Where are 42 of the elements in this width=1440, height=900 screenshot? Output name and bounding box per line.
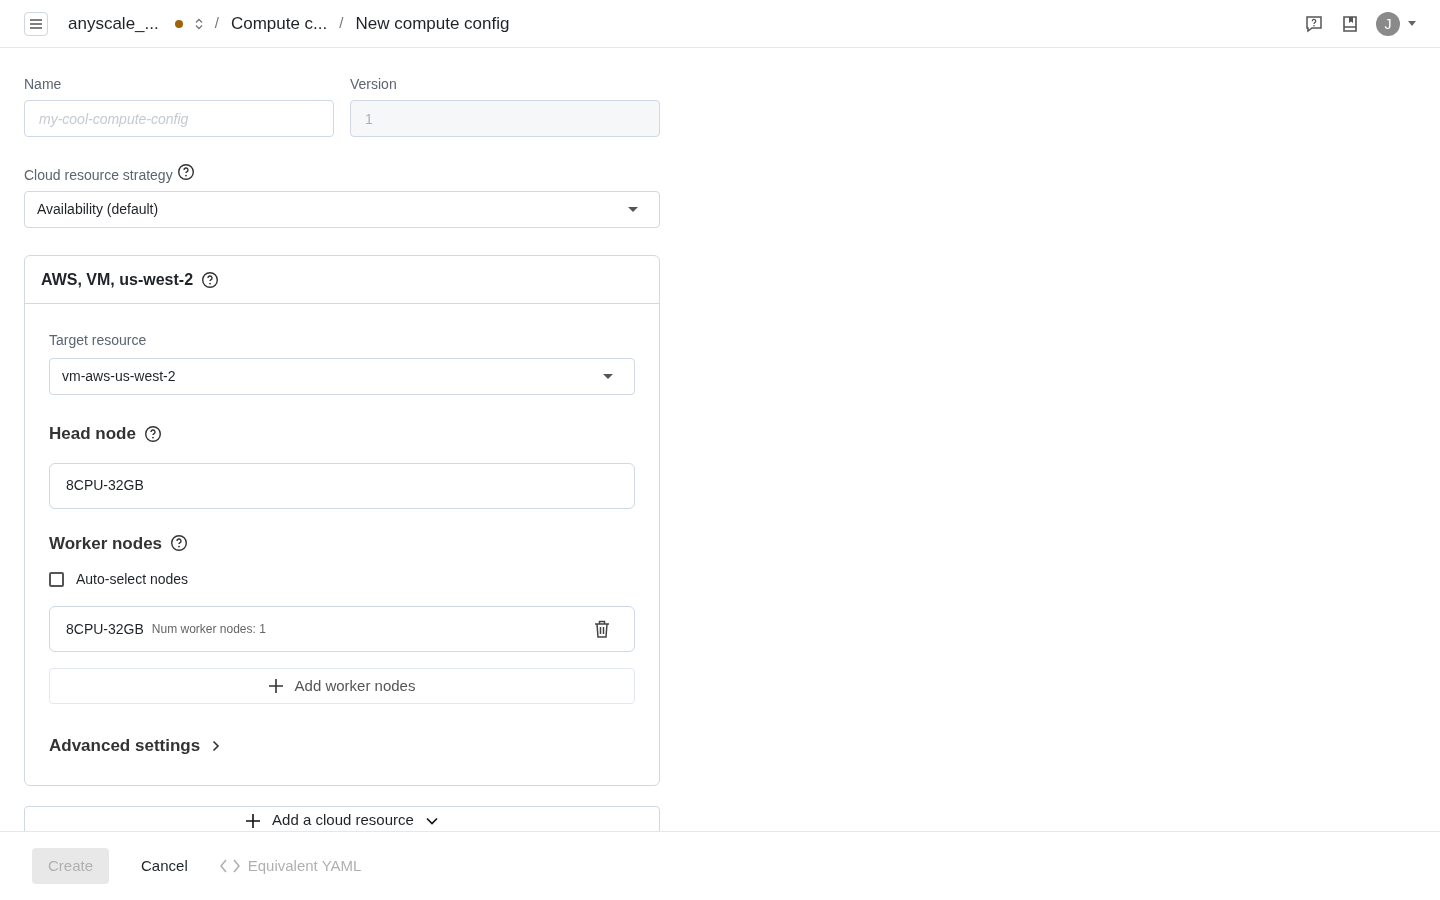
name-field[interactable]: my-cool-compute-config xyxy=(24,100,334,137)
code-icon xyxy=(219,859,240,873)
section-title: Worker nodes xyxy=(49,532,163,555)
field-label: Target resource xyxy=(49,331,148,350)
help-chat-icon[interactable] xyxy=(1304,13,1324,34)
help-icon[interactable] xyxy=(170,534,189,553)
book-icon[interactable] xyxy=(1340,13,1360,34)
advanced-settings-toggle[interactable]: Advanced settings xyxy=(49,733,221,759)
field-label: Version xyxy=(350,75,398,94)
breadcrumb-separator: / xyxy=(339,13,344,34)
breadcrumb-current: New compute config xyxy=(355,12,510,35)
menu-button[interactable] xyxy=(24,11,48,36)
switch-icon[interactable] xyxy=(194,17,203,30)
worker-group-detail: Num worker nodes: 1 xyxy=(151,621,266,638)
chevron-icon xyxy=(425,816,438,825)
worker-group-row[interactable]: 8CPU-32GB Num worker nodes: 1 xyxy=(49,606,635,652)
section-title: Head node xyxy=(49,423,136,445)
add-worker-nodes-button[interactable]: Add worker nodes xyxy=(49,668,635,704)
breadcrumb-link[interactable]: Compute c... xyxy=(230,10,328,37)
help-icon[interactable] xyxy=(143,424,162,443)
plus-icon xyxy=(268,679,283,693)
help-icon[interactable] xyxy=(176,162,195,181)
plus-icon xyxy=(246,813,261,828)
help-icon[interactable] xyxy=(201,270,220,289)
worker-group-name: 8CPU-32GB xyxy=(66,619,144,639)
caret-icon xyxy=(628,207,638,212)
cancel-button[interactable]: Cancel xyxy=(141,854,188,878)
caret-icon xyxy=(603,374,613,379)
head-node-field[interactable]: 8CPU-32GB xyxy=(49,462,635,509)
menu-icon xyxy=(30,18,42,29)
field-label: Cloud resource strategy xyxy=(24,166,173,185)
caret-icon[interactable] xyxy=(1408,21,1416,26)
card-title: AWS, VM, us-west-2 xyxy=(41,269,194,290)
trash-icon[interactable] xyxy=(594,620,610,638)
strategy-dropdown[interactable]: Availability (default) xyxy=(24,191,660,228)
project-link[interactable]: anyscale_... xyxy=(68,10,159,37)
add-cloud-resource-button[interactable]: Add a cloud resource xyxy=(24,805,660,831)
checkbox[interactable] xyxy=(49,572,64,587)
target-dropdown[interactable]: vm-aws-us-west-2 xyxy=(49,358,635,395)
breadcrumb-separator: / xyxy=(214,13,219,34)
checkbox-label: Auto-select nodes xyxy=(76,570,189,589)
field-label: Name xyxy=(24,75,63,94)
